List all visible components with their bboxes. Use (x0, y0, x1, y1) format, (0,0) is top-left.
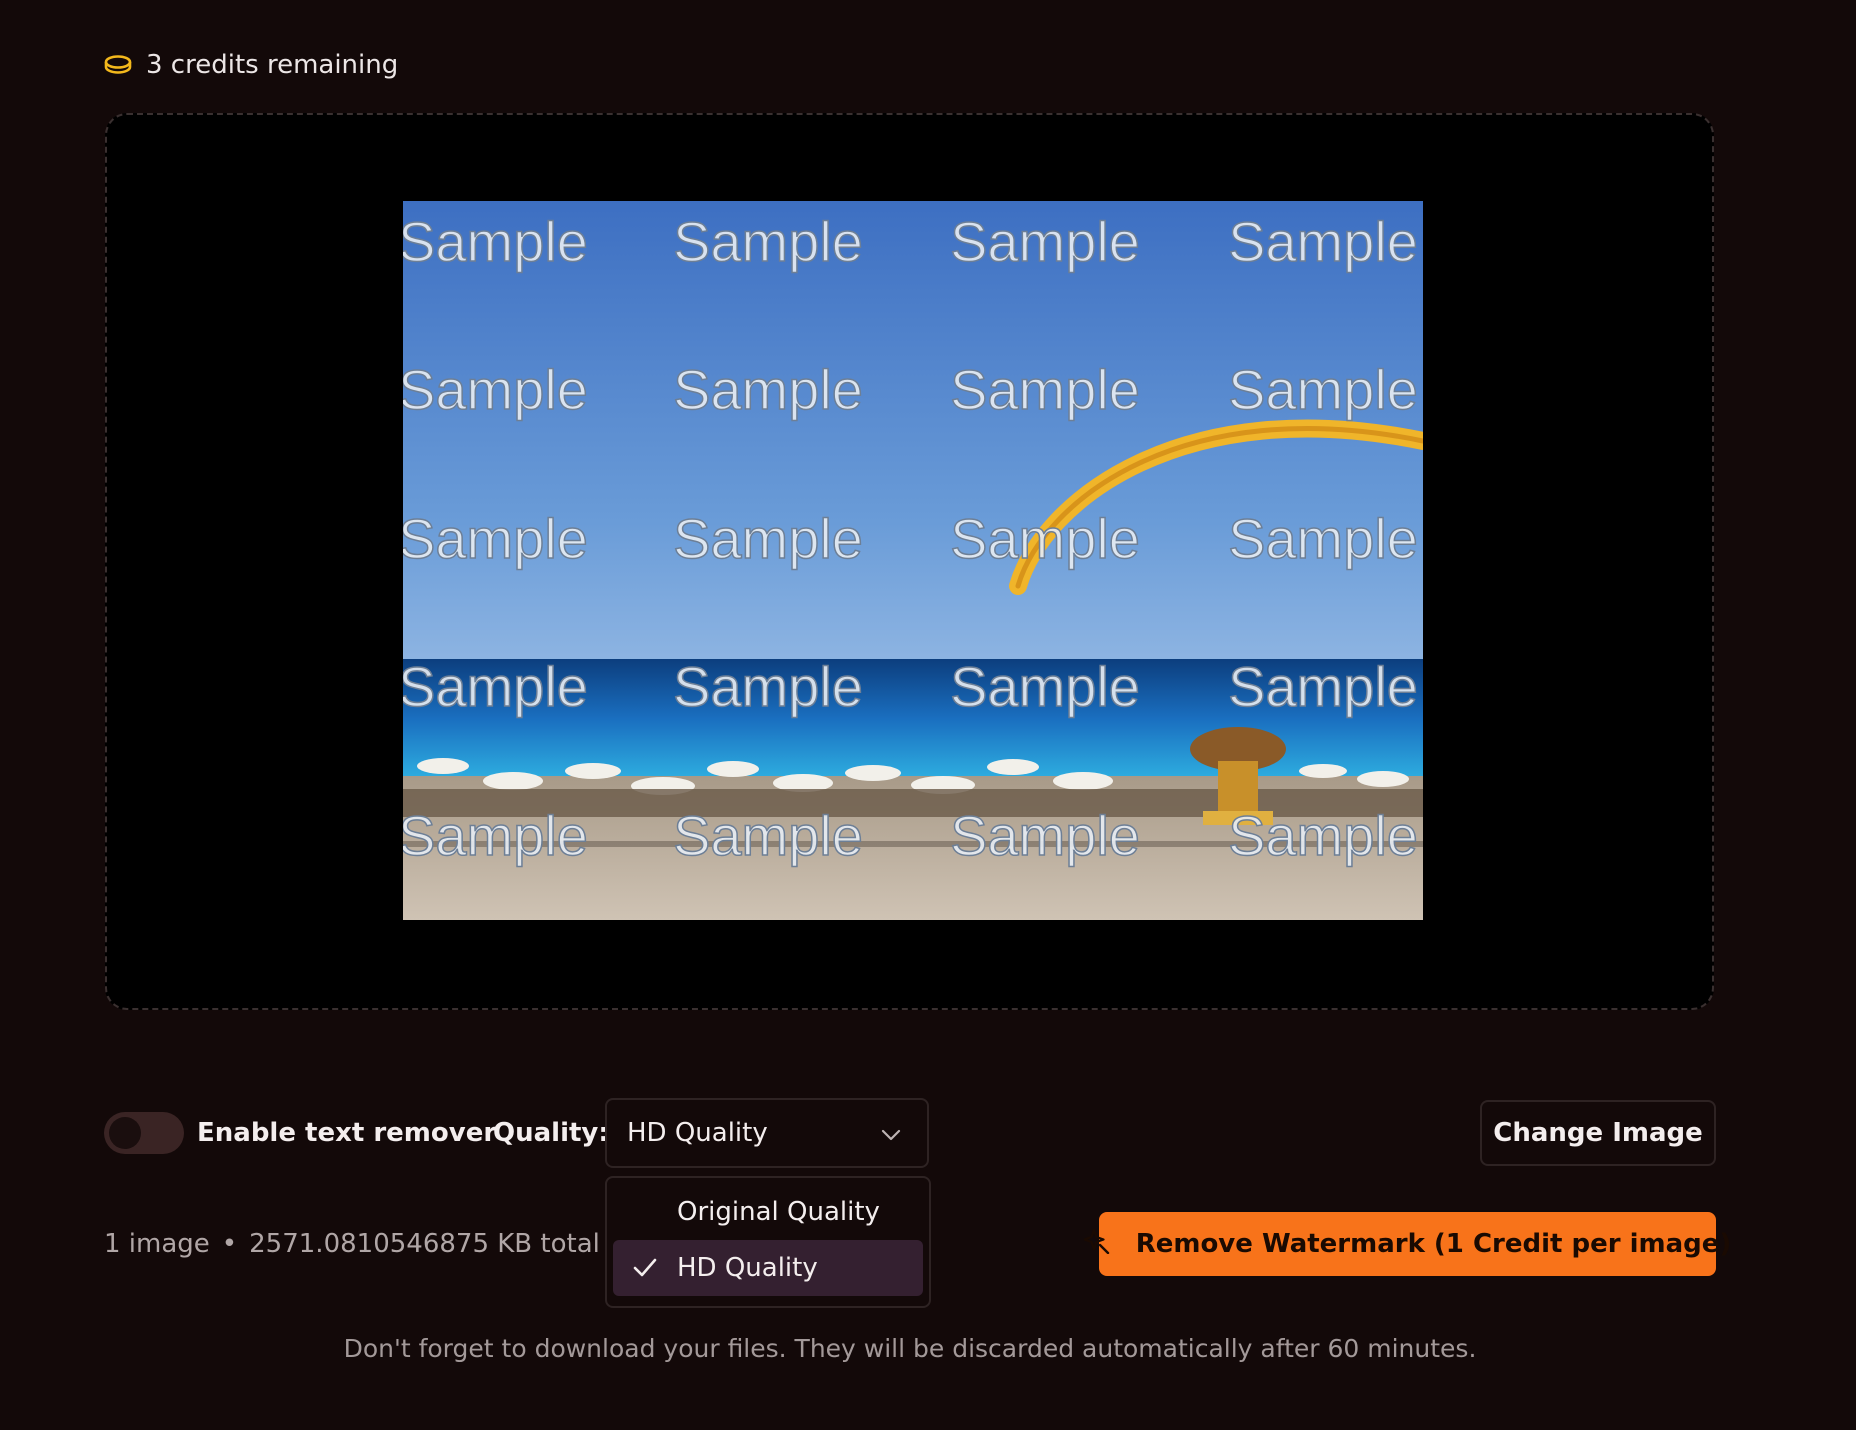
change-image-button[interactable]: Change Image (1480, 1100, 1716, 1166)
remove-watermark-label: Remove Watermark (1 Credit per image) (1135, 1229, 1732, 1259)
watermark-text: Sample (950, 210, 1140, 273)
file-size: 2571.0810546875 KB total (249, 1229, 600, 1259)
watermark-text: Sample (1228, 358, 1418, 421)
text-remover-label: Enable text remover (197, 1118, 497, 1148)
watermark-text: Sample (673, 655, 863, 718)
file-info: 1 image • 2571.0810546875 KB total (104, 1226, 600, 1262)
discard-notice: Don't forget to download your files. The… (343, 1334, 1477, 1363)
quality-select-value: HD Quality (627, 1118, 768, 1148)
credits-indicator: 3 credits remaining (104, 46, 398, 84)
watermark-text: Sample (950, 655, 1140, 718)
quality-select[interactable]: HD Quality (605, 1098, 929, 1168)
watermark-text: Sample (403, 804, 588, 867)
watermarked-image-preview: Sample Sample Sample Sample Sample Sampl… (403, 201, 1423, 920)
watermark-text: Sample (673, 358, 863, 421)
quality-option-hd[interactable]: HD Quality (613, 1240, 923, 1296)
check-icon (633, 1256, 657, 1286)
watermark-text: Sample (673, 804, 863, 867)
separator-dot: • (221, 1229, 238, 1259)
watermark-text: Sample (1228, 804, 1418, 867)
watermark-text: Sample (950, 804, 1140, 867)
sparkle-icon (1083, 1228, 1110, 1261)
remove-watermark-button[interactable]: Remove Watermark (1 Credit per image) (1083, 1212, 1731, 1276)
watermark-text: Sample (1228, 507, 1418, 570)
text-remover-toggle[interactable] (104, 1112, 184, 1154)
image-dropzone[interactable]: Sample Sample Sample Sample Sample Sampl… (105, 113, 1714, 1010)
watermark-text: Sample (673, 507, 863, 570)
coins-icon (104, 54, 132, 76)
watermark-text: Sample (950, 507, 1140, 570)
watermark-text: Sample (1228, 655, 1418, 718)
quality-option-original[interactable]: Original Quality (613, 1184, 923, 1240)
toggle-knob (109, 1117, 141, 1149)
watermark-text: Sample (403, 507, 588, 570)
chevron-down-icon (881, 1118, 901, 1148)
quality-dropdown-menu: Original Quality HD Quality (605, 1176, 931, 1308)
file-count: 1 image (104, 1229, 210, 1259)
watermark-text: Sample (403, 358, 588, 421)
credits-text: 3 credits remaining (146, 50, 399, 80)
watermark-text: Sample (673, 210, 863, 273)
watermark-text: Sample (403, 210, 588, 273)
quality-label: Quality: (493, 1118, 609, 1148)
watermark-text: Sample (950, 358, 1140, 421)
watermark-text: Sample (1228, 210, 1418, 273)
watermark-text: Sample (403, 655, 588, 718)
